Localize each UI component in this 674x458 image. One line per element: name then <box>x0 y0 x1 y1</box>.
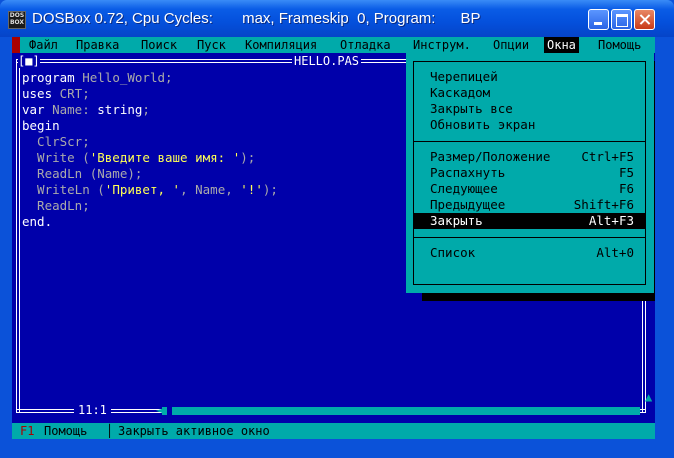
menu-debug[interactable]: Отладка <box>337 37 394 53</box>
menu-edit[interactable]: Правка <box>73 37 122 53</box>
menu-windows[interactable]: Окна <box>544 37 579 53</box>
window-title: DOSBox 0.72, Cpu Cycles: max, Frameskip … <box>32 10 481 27</box>
status-separator: │ <box>106 424 114 438</box>
status-help-key[interactable]: F1 <box>20 423 34 439</box>
minimize-button[interactable] <box>588 9 609 30</box>
editor-file-title: HELLO.PAS <box>292 54 362 68</box>
code-line-7: ReadLn (Name); <box>22 166 143 181</box>
code-line-1: program Hello_World; <box>22 70 173 85</box>
code-line-9: ReadLn; <box>22 198 90 213</box>
menu-compile[interactable]: Компиляция <box>242 37 320 53</box>
scroll-thumb[interactable] <box>167 407 172 415</box>
scroll-left-arrow-icon[interactable]: ◄ <box>156 403 163 417</box>
menu-item-list[interactable]: Список Alt+0 <box>413 245 646 261</box>
code-line-6: Write ('Введите ваше имя: '); <box>22 150 256 165</box>
menu-shadow-bottom <box>422 293 654 301</box>
maximize-button[interactable] <box>611 9 632 30</box>
dos-screen: Файл Правка Поиск Пуск Компиляция Отладк… <box>12 37 655 439</box>
code-line-8: WriteLn ('Привет, ', Name, '!'); <box>22 182 278 197</box>
scroll-up-arrow-icon[interactable]: ▲ <box>645 390 652 404</box>
menu-item-close[interactable]: Закрыть Alt+F3 <box>413 213 646 229</box>
editor-border-left <box>16 59 20 413</box>
menu-run[interactable]: Пуск <box>194 37 229 53</box>
close-button[interactable] <box>634 9 655 30</box>
menu-item-cascade[interactable]: Каскадом <box>413 85 646 101</box>
code-line-3: var Name: string; <box>22 102 150 117</box>
title-bar[interactable]: DOS BOX DOSBox 0.72, Cpu Cycles: max, Fr… <box>0 0 674 37</box>
menu-bar: Файл Правка Поиск Пуск Компиляция Отладк… <box>12 37 655 53</box>
dosbox-app-icon[interactable]: DOS BOX <box>8 11 26 29</box>
menu-file[interactable]: Файл <box>26 37 61 53</box>
dosbox-window: DOS BOX DOSBox 0.72, Cpu Cycles: max, Fr… <box>0 0 674 458</box>
menu-item-size-move[interactable]: Размер/Положение Ctrl+F5 <box>413 149 646 165</box>
menu-separator <box>413 141 646 142</box>
code-line-2: uses CRT; <box>22 86 90 101</box>
menu-item-previous[interactable]: Предыдущее Shift+F6 <box>413 197 646 213</box>
cursor-position: 11:1 <box>74 403 111 417</box>
horizontal-scrollbar[interactable] <box>162 407 640 415</box>
menu-search[interactable]: Поиск <box>138 37 180 53</box>
editor-close-box[interactable]: [■] <box>18 54 40 68</box>
menu-options[interactable]: Опции <box>490 37 532 53</box>
menu-help[interactable]: Помощь <box>595 37 644 53</box>
scroll-right-arrow-icon[interactable]: ► <box>634 403 641 417</box>
menu-item-refresh-display[interactable]: Обновить экран <box>413 117 646 133</box>
code-line-4: begin <box>22 118 60 133</box>
menu-marker <box>12 37 20 53</box>
menu-item-next[interactable]: Следующее F6 <box>413 181 646 197</box>
code-line-5: ClrScr; <box>22 134 90 149</box>
menu-tools[interactable]: Инструм. <box>410 37 474 53</box>
menu-item-close-all[interactable]: Закрыть все <box>413 101 646 117</box>
status-message: Закрыть активное окно <box>118 424 270 438</box>
menu-item-tile[interactable]: Черепицей <box>413 69 646 85</box>
status-bar: F1 Помощь │ Закрыть активное окно <box>12 423 655 439</box>
code-line-10: end. <box>22 214 53 229</box>
menu-shadow <box>654 61 655 301</box>
status-help-label[interactable]: Помощь <box>44 423 87 439</box>
menu-separator <box>413 237 646 238</box>
menu-item-zoom[interactable]: Распахнуть F5 <box>413 165 646 181</box>
